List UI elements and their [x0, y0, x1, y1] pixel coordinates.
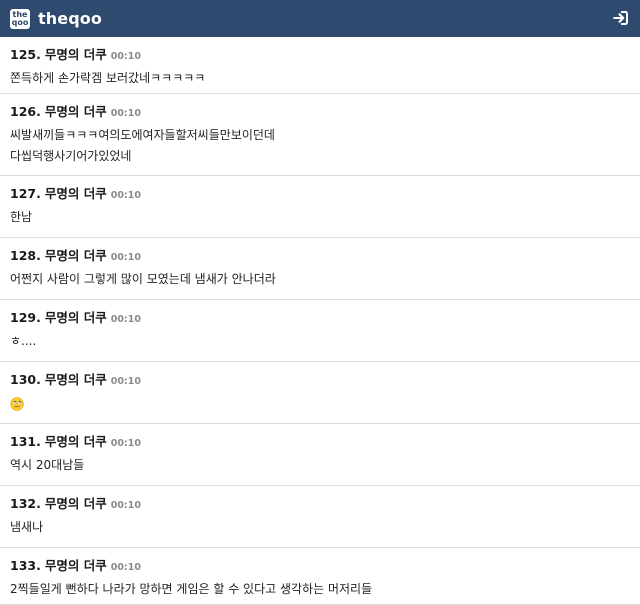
- comment-item: 130. 무명의 더쿠 00:10: [0, 362, 640, 424]
- comment-author: 무명의 더쿠: [44, 496, 107, 511]
- comment-item: 133. 무명의 더쿠 00:10 2찍들일게 뻔하다 나라가 망하면 게임은 할 수…: [0, 548, 640, 605]
- comment-author: 무명의 더쿠: [44, 104, 107, 119]
- comment-author: 무명의 더쿠: [44, 434, 107, 449]
- sign-in-icon[interactable]: [612, 9, 630, 27]
- comment-time: 00:10: [110, 376, 141, 387]
- site-brand-title[interactable]: theqoo: [38, 9, 102, 28]
- comment-time: 00:10: [110, 108, 141, 119]
- comment-body: [10, 393, 630, 414]
- comment-body: ㅎ....: [10, 331, 630, 352]
- comment-meta: 127. 무명의 더쿠 00:10: [10, 183, 630, 201]
- comment-author: 무명의 더쿠: [44, 310, 107, 325]
- comment-number[interactable]: 127.: [10, 186, 41, 201]
- comment-body: 한남: [10, 207, 630, 228]
- comment-time: 00:10: [110, 51, 141, 62]
- comment-number[interactable]: 128.: [10, 248, 41, 263]
- comment-body: 역시 20대남들: [10, 455, 630, 476]
- comment-meta: 125. 무명의 더쿠 00:10: [10, 44, 630, 62]
- comment-author: 무명의 더쿠: [44, 186, 107, 201]
- comment-item: 128. 무명의 더쿠 00:10 어쩐지 사람이 그렇게 많이 모였는데 냄새가 안…: [0, 238, 640, 300]
- comment-time: 00:10: [110, 562, 141, 573]
- comment-item: 132. 무명의 더쿠 00:10 냄새나: [0, 486, 640, 548]
- comment-time: 00:10: [110, 438, 141, 449]
- comment-author: 무명의 더쿠: [44, 248, 107, 263]
- comment-body: 2찍들일게 뻔하다 나라가 망하면 게임은 할 수 있다고 생각하는 머저리들: [10, 579, 630, 600]
- comment-meta: 132. 무명의 더쿠 00:10: [10, 493, 630, 511]
- comment-meta: 128. 무명의 더쿠 00:10: [10, 245, 630, 263]
- top-navigation-bar: the qoo theqoo: [0, 0, 640, 37]
- comment-time: 00:10: [110, 190, 141, 201]
- comment-number[interactable]: 125.: [10, 47, 41, 62]
- comment-number[interactable]: 131.: [10, 434, 41, 449]
- comment-text-line: 냄새나: [10, 520, 44, 534]
- comment-meta: 126. 무명의 더쿠 00:10: [10, 101, 630, 119]
- comment-body: 냄새나: [10, 517, 630, 538]
- comment-time: 00:10: [110, 500, 141, 511]
- comment-author: 무명의 더쿠: [44, 47, 107, 62]
- comment-item: 127. 무명의 더쿠 00:10 한남: [0, 176, 640, 238]
- comment-text-line: 한남: [10, 210, 33, 224]
- comment-meta: 133. 무명의 더쿠 00:10: [10, 555, 630, 573]
- comment-body: 씨발새끼들ㅋㅋㅋ여의도에여자들할저씨들만보이던데다씹덕행사기어가있었네: [10, 125, 630, 167]
- comment-text-line: ㅎ....: [10, 334, 37, 348]
- theqoo-logo-icon[interactable]: the qoo: [10, 8, 30, 29]
- comment-item: 131. 무명의 더쿠 00:10 역시 20대남들: [0, 424, 640, 486]
- comment-text-line: 역시 20대남들: [10, 458, 85, 472]
- comment-body: 쫀득하게 손가락겜 보러갔네ㅋㅋㅋㅋㅋ: [10, 68, 630, 89]
- comment-number[interactable]: 126.: [10, 104, 41, 119]
- comment-item: 126. 무명의 더쿠 00:10 씨발새끼들ㅋㅋㅋ여의도에여자들할저씨들만보이던데다…: [0, 94, 640, 176]
- comment-body: 어쩐지 사람이 그렇게 많이 모였는데 냄새가 안나더라: [10, 269, 630, 290]
- comment-meta: 130. 무명의 더쿠 00:10: [10, 369, 630, 387]
- comment-time: 00:10: [110, 252, 141, 263]
- comment-number[interactable]: 132.: [10, 496, 41, 511]
- comment-text-line: 다씹덕행사기어가있었네: [10, 149, 132, 163]
- comment-author: 무명의 더쿠: [44, 372, 107, 387]
- comment-item: 129. 무명의 더쿠 00:10 ㅎ....: [0, 300, 640, 362]
- comment-text-line: 어쩐지 사람이 그렇게 많이 모였는데 냄새가 안나더라: [10, 272, 276, 286]
- comment-list: 125. 무명의 더쿠 00:10 쫀득하게 손가락겜 보러갔네ㅋㅋㅋㅋㅋ 126. 무명…: [0, 37, 640, 605]
- comment-author: 무명의 더쿠: [44, 558, 107, 573]
- comment-number[interactable]: 130.: [10, 372, 41, 387]
- comment-text-line: 쫀득하게 손가락겜 보러갔네ㅋㅋㅋㅋㅋ: [10, 71, 206, 85]
- comment-text-line: 2찍들일게 뻔하다 나라가 망하면 게임은 할 수 있다고 생각하는 머저리들: [10, 582, 373, 596]
- logo-text-line2: qoo: [11, 17, 29, 27]
- comment-text-line: 씨발새끼들ㅋㅋㅋ여의도에여자들할저씨들만보이던데: [10, 128, 275, 142]
- comment-number[interactable]: 133.: [10, 558, 41, 573]
- comment-time: 00:10: [110, 314, 141, 325]
- comment-meta: 131. 무명의 더쿠 00:10: [10, 431, 630, 449]
- rolling-eyes-emoji-icon: [10, 396, 24, 411]
- comment-number[interactable]: 129.: [10, 310, 41, 325]
- comment-meta: 129. 무명의 더쿠 00:10: [10, 307, 630, 325]
- comment-item: 125. 무명의 더쿠 00:10 쫀득하게 손가락겜 보러갔네ㅋㅋㅋㅋㅋ: [0, 37, 640, 94]
